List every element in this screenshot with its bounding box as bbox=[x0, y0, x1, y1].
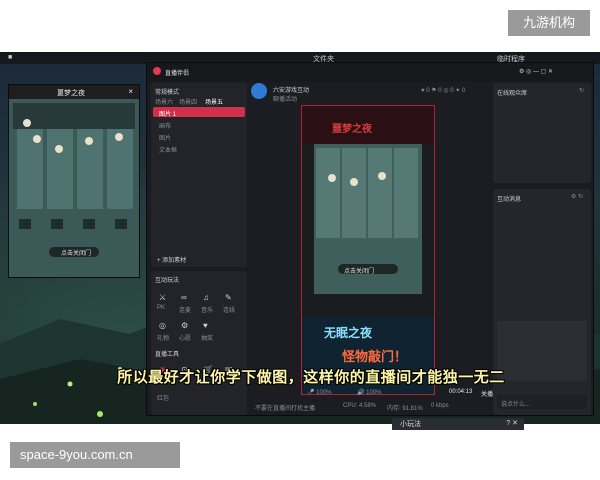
preview-banner-1: 无眠之夜 bbox=[324, 326, 373, 340]
tab-scene-4[interactable]: 场景四 bbox=[179, 97, 197, 106]
app-logo-icon bbox=[153, 67, 161, 75]
tool-label: 音乐 bbox=[201, 308, 214, 314]
tool-icon[interactable]: ✎ bbox=[225, 293, 232, 302]
game-window-title: 噩梦之夜 bbox=[57, 90, 85, 97]
source-label: 图片 1 bbox=[159, 112, 177, 118]
audience-title: 在线观众席 bbox=[497, 91, 528, 97]
channel-sub: 聊播活动 bbox=[273, 97, 298, 103]
game-preview-window[interactable]: 噩梦之夜 × 点击关闭门 bbox=[8, 84, 140, 278]
video-subtitle: 所以最好才让你学下做图，这样你的直播间才能独一无二 bbox=[117, 369, 505, 386]
brand-watermark: 九游机构 bbox=[508, 10, 590, 36]
source-item[interactable]: 文本框 bbox=[159, 145, 177, 154]
desktop-icon[interactable]: ■ bbox=[8, 54, 12, 61]
close-icon[interactable]: ? ✕ bbox=[506, 419, 518, 427]
bitrate-readout: 0 kbps bbox=[431, 403, 449, 409]
scene-panel: 常规模式 场景六 场景四 场景五 图片 1 画布 图片 文本框 + 添加素材 bbox=[151, 83, 247, 267]
memory-readout: 内存: 91.81% bbox=[387, 406, 423, 412]
tool-icon[interactable]: ♫ bbox=[203, 293, 209, 302]
end-live-button[interactable]: 关播 bbox=[481, 389, 493, 398]
refresh-icon[interactable]: ↻ bbox=[579, 87, 584, 94]
tool-icon[interactable]: ⚙ bbox=[181, 321, 188, 330]
tool-label: 礼物 bbox=[157, 336, 170, 342]
stat-counts: ♥ 0 ⚑ 0 ◎ 0 ✦ 0 bbox=[421, 88, 466, 94]
app-title: 直播伴侣 bbox=[165, 71, 190, 77]
tool-label: 连线 bbox=[223, 308, 236, 314]
volume-speaker[interactable]: 🔊 100% bbox=[357, 389, 382, 396]
audience-panel: 在线观众席 ↻ bbox=[493, 83, 591, 183]
screenshot-root: ■ 文件夹 临时程序 噩梦之夜 × 点击关闭门 直播伴侣 ⚙ ◎ — ▢ ✕ 常… bbox=[0, 0, 600, 480]
window-controls[interactable]: ⚙ ◎ — ▢ ✕ bbox=[519, 68, 553, 75]
preview-game-title: 噩梦之夜 bbox=[332, 124, 372, 135]
game-window-titlebar: 噩梦之夜 × bbox=[9, 85, 139, 99]
avatar[interactable] bbox=[251, 83, 267, 99]
tool-icon[interactable]: ∞ bbox=[181, 293, 187, 302]
close-door-button[interactable]: 点击关闭门 bbox=[61, 248, 91, 257]
live-timer: 00:04:13 bbox=[449, 389, 473, 395]
chat-input[interactable]: 说点什么... bbox=[497, 395, 587, 409]
tool-icon[interactable]: ♥ bbox=[203, 321, 208, 330]
tool-label: 抽奖 bbox=[201, 336, 214, 342]
portrait-stream-preview[interactable]: 噩梦之夜 点击关闭门 无眠之夜 怪物敲门！ bbox=[301, 105, 435, 395]
close-icon[interactable]: × bbox=[128, 87, 133, 96]
selected-source-row[interactable]: 图片 1 bbox=[153, 107, 245, 118]
tool-label: 连麦 bbox=[179, 308, 192, 314]
chat-title: 互动消息 bbox=[497, 197, 522, 203]
footer-note: 不要在直播间打扰主播 bbox=[255, 406, 316, 412]
chat-placeholder: 说点什么... bbox=[501, 402, 531, 408]
tool-icon[interactable]: ◎ bbox=[159, 321, 166, 330]
mode-select[interactable]: 常规模式 bbox=[155, 87, 179, 96]
tab-scene-6[interactable]: 场景六 bbox=[155, 97, 173, 106]
tool-label: PK bbox=[157, 305, 166, 311]
mini-game-bar[interactable]: 小玩法 ? ✕ bbox=[392, 418, 524, 430]
tab-scene-5[interactable]: 场景五 bbox=[205, 97, 223, 106]
interact-title: 互动玩法 bbox=[155, 278, 180, 284]
add-source-button[interactable]: + 添加素材 bbox=[157, 255, 186, 264]
tool-label: 心愿 bbox=[179, 336, 192, 342]
app-titlebar: 直播伴侣 ⚙ ◎ — ▢ ✕ bbox=[147, 63, 593, 81]
interact-tools-panel: 互动玩法 ⚔ ∞ ♫ ✎ PK 连麦 音乐 连线 ◎ ⚙ ♥ 礼物 心愿 抽奖 … bbox=[151, 271, 247, 415]
live-studio-window: 直播伴侣 ⚙ ◎ — ▢ ✕ 常规模式 场景六 场景四 场景五 图片 1 画布 … bbox=[146, 62, 594, 416]
source-item[interactable]: 图片 bbox=[159, 133, 171, 142]
tool-label: 红包 bbox=[157, 396, 170, 402]
live-tools-title: 直播工具 bbox=[155, 352, 180, 358]
preview-banner-2: 怪物敲门！ bbox=[342, 349, 408, 364]
url-watermark: space-9you.com.cn bbox=[10, 442, 180, 468]
volume-mic[interactable]: 🎤 100% bbox=[307, 389, 332, 396]
source-item[interactable]: 画布 bbox=[159, 121, 171, 130]
mini-game-label: 小玩法 bbox=[400, 421, 421, 428]
channel-name: 六安游戏互动 bbox=[273, 88, 310, 94]
settings-icon[interactable]: ⚙ ↻ bbox=[571, 193, 583, 200]
preview-door-button: 点击关闭门 bbox=[344, 269, 375, 275]
tool-icon[interactable]: ⚔ bbox=[159, 293, 166, 302]
cpu-readout: CPU: 4.58% bbox=[343, 403, 377, 409]
